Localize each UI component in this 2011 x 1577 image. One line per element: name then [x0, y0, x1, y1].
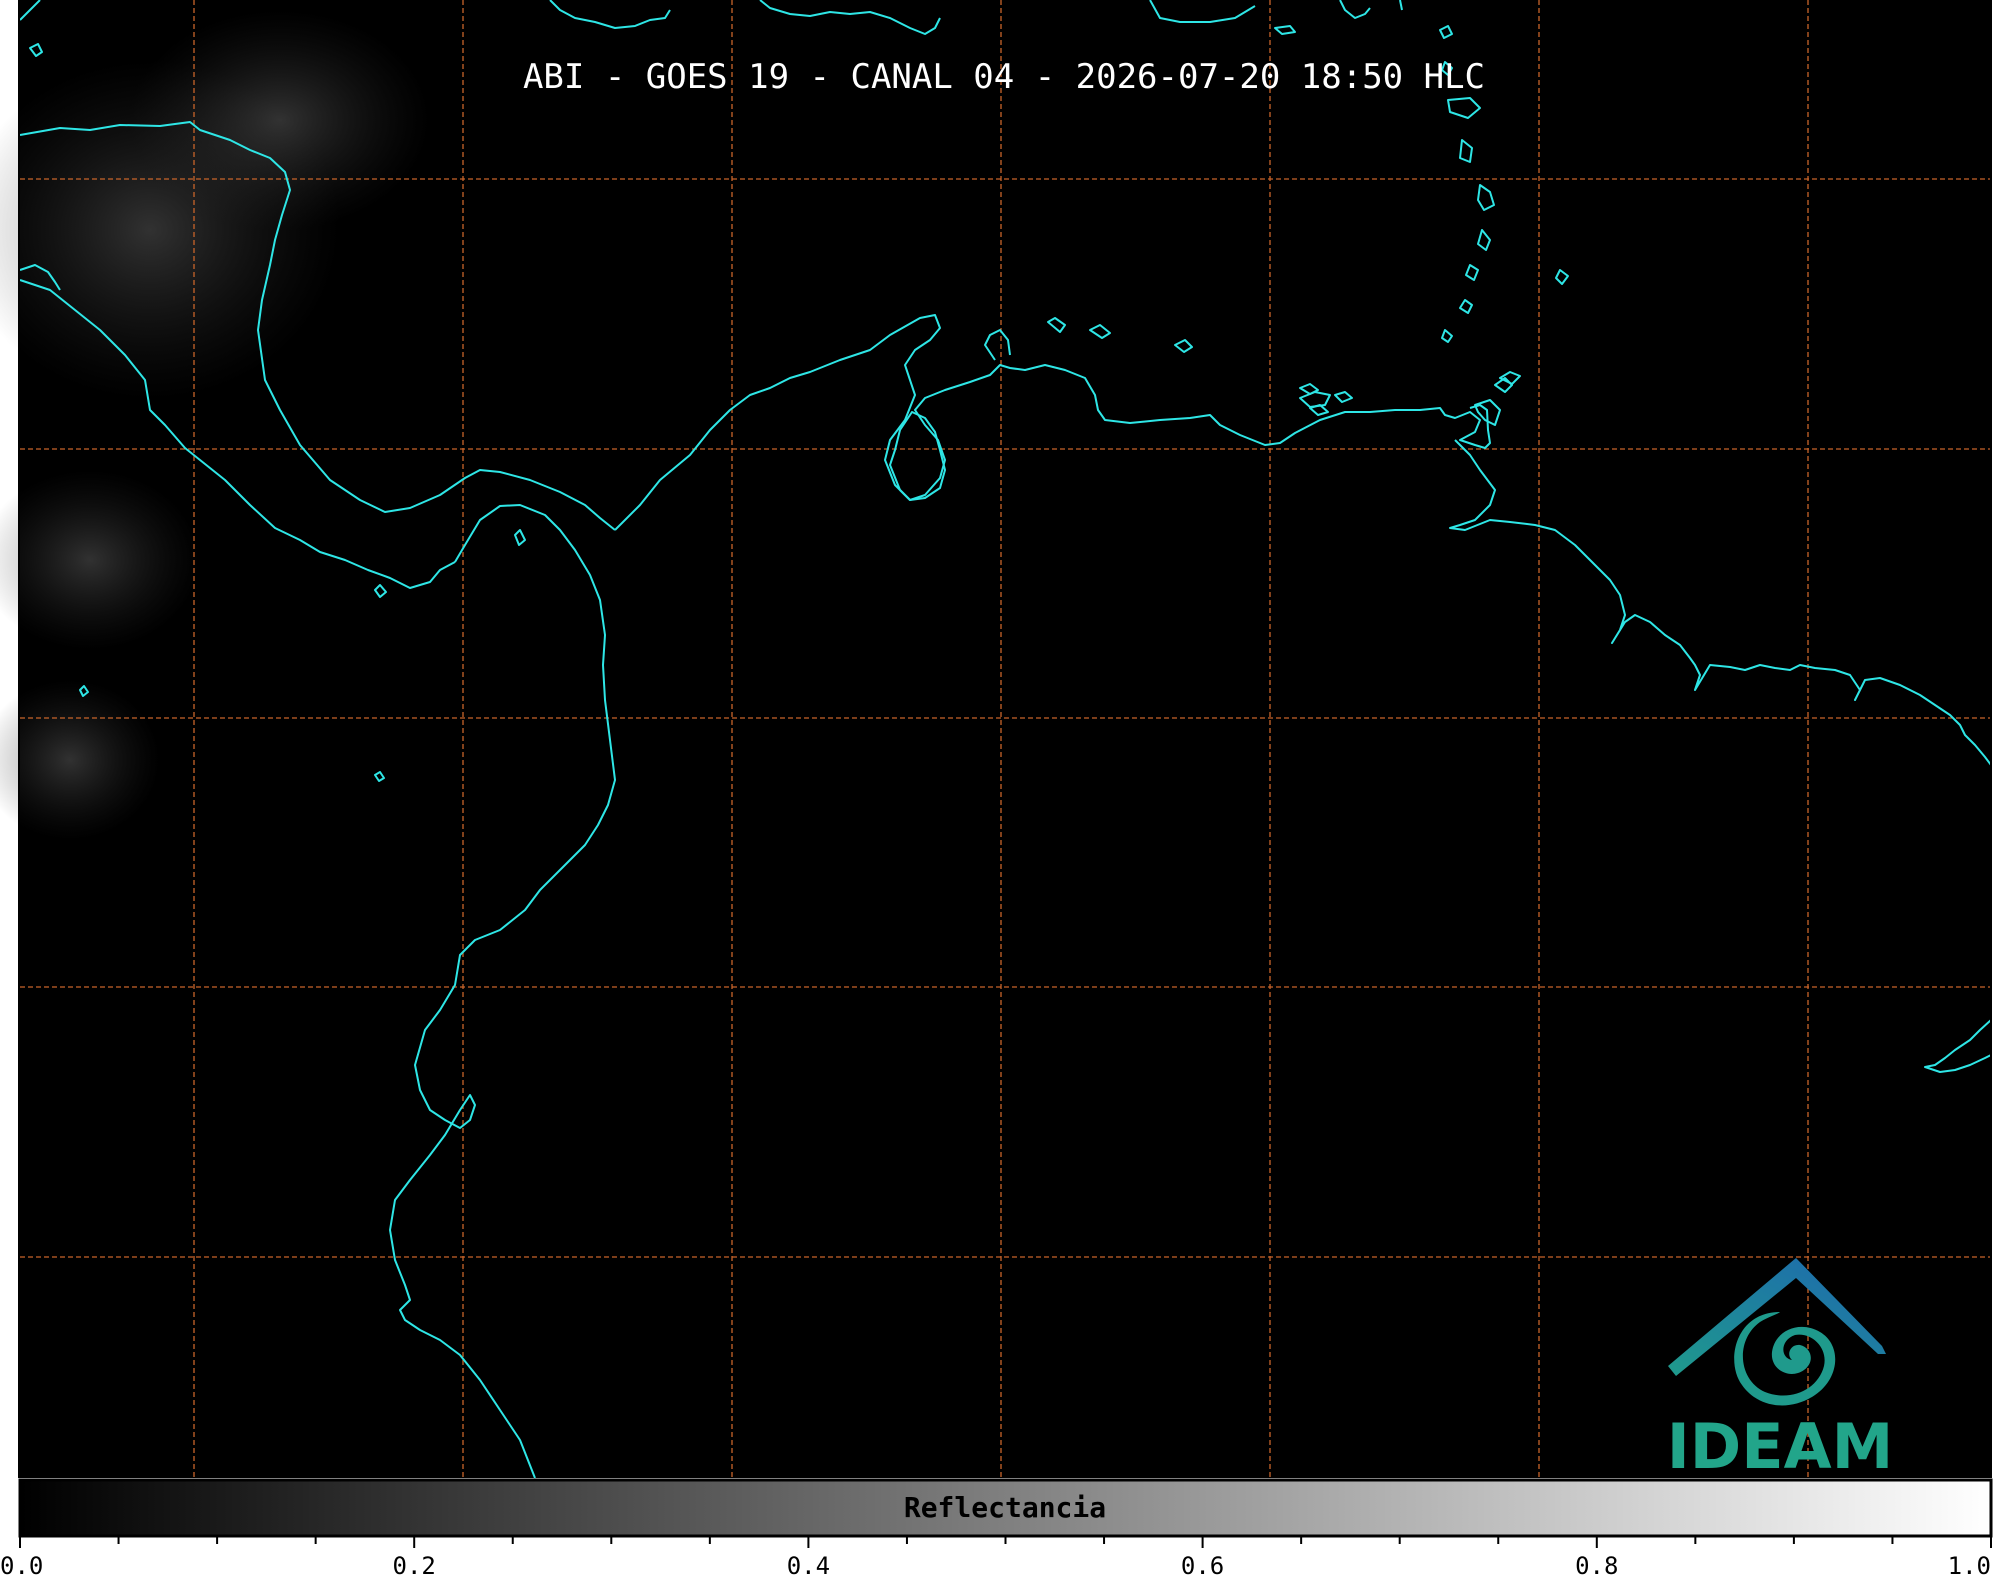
colorbar-tick-label: 1.0 [1948, 1552, 1991, 1577]
colorbar-tick-label: 0.2 [393, 1552, 436, 1577]
colorbar: Reflectancia 0.0 0.2 0.4 0.6 0.8 1.0 [0, 1478, 1993, 1577]
map-title: ABI - GOES 19 - CANAL 04 - 2026-07-20 18… [523, 57, 1485, 97]
colorbar-tick-label: 0.6 [1181, 1552, 1224, 1577]
colorbar-tick-label: 0.4 [787, 1552, 830, 1577]
logo-text: IDEAM [1667, 1410, 1894, 1483]
satellite-map: ABI - GOES 19 - CANAL 04 - 2026-07-20 18… [0, 0, 1993, 1577]
colorbar-label: Reflectancia [904, 1491, 1106, 1524]
colorbar-tick-label: 0.8 [1575, 1552, 1618, 1577]
colorbar-ticks: 0.0 0.2 0.4 0.6 0.8 1.0 [0, 1536, 1992, 1577]
colorbar-tick-label: 0.0 [0, 1552, 43, 1577]
